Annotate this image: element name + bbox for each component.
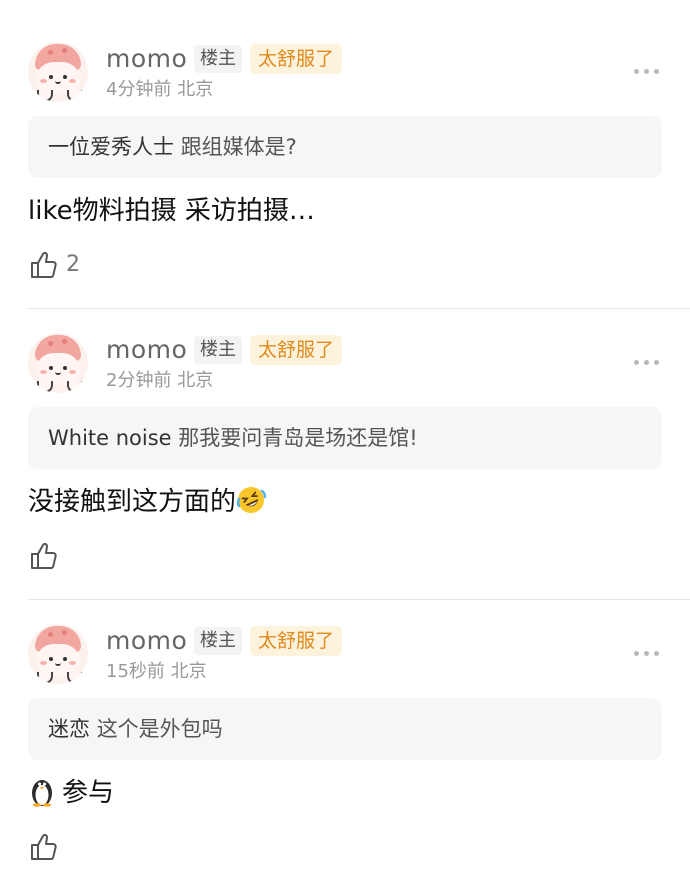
comment-meta: 2分钟前 北京 (106, 369, 213, 393)
quoted-reply[interactable]: 迷恋 这个是外包吗 (28, 698, 662, 760)
more-dots-icon[interactable] (632, 648, 662, 658)
comment-time: 2分钟前 (106, 370, 172, 391)
penguin-emoji (32, 780, 52, 807)
comment-item: momo 楼主 太舒服了 2分钟前 北京 White noise 那我要问青岛是… (0, 291, 690, 600)
avatar[interactable] (28, 42, 88, 102)
quoted-reply[interactable]: White noise 那我要问青岛是场还是馆! (28, 407, 662, 469)
comment-text: 没接触到这方面的 (28, 487, 237, 517)
quote-text: 跟组媒体是? (180, 135, 297, 159)
avatar[interactable] (28, 624, 88, 684)
comment-text: like物料拍摄 采访拍摄… (28, 196, 315, 226)
username[interactable]: momo (106, 335, 187, 365)
owner-badge: 楼主 (194, 45, 242, 73)
rolling-on-floor-laughing-emoji (236, 487, 267, 513)
more-dots-icon[interactable] (632, 66, 662, 76)
comment-location: 北京 (177, 370, 214, 391)
comment-body: 参与 (28, 775, 114, 811)
owner-badge: 楼主 (194, 336, 242, 364)
quote-text: 这个是外包吗 (96, 717, 223, 741)
comment-location: 北京 (170, 661, 207, 682)
comment-time: 15秒前 (106, 661, 165, 682)
comment-body: like物料拍摄 采访拍摄… (28, 193, 315, 229)
comment-text: 参与 (62, 778, 115, 808)
thumbs-up-icon (31, 542, 57, 569)
comment-item: momo 楼主 太舒服了 15秒前 北京 迷恋 这个是外包吗 参与 (0, 582, 690, 873)
status-badge: 太舒服了 (250, 335, 343, 365)
like-count: 2 (66, 252, 80, 277)
quote-author: White noise (48, 426, 172, 450)
quote-author: 一位爱秀人士 (48, 135, 174, 159)
owner-badge: 楼主 (194, 627, 242, 655)
status-badge: 太舒服了 (250, 44, 343, 74)
thumbs-up-icon (31, 833, 57, 860)
username[interactable]: momo (106, 626, 187, 656)
status-badge: 太舒服了 (250, 626, 343, 656)
avatar[interactable] (28, 333, 88, 393)
quoted-reply[interactable]: 一位爱秀人士 跟组媒体是? (28, 116, 662, 178)
quote-text: 那我要问青岛是场还是馆! (178, 426, 418, 450)
more-dots-icon[interactable] (632, 357, 662, 367)
comment-time: 4分钟前 (106, 79, 172, 100)
username[interactable]: momo (106, 44, 187, 74)
comment-item: momo 楼主 太舒服了 4分钟前 北京 一位爱秀人士 跟组媒体是? like物… (0, 0, 690, 309)
comment-meta: 15秒前 北京 (106, 660, 207, 684)
quote-author: 迷恋 (48, 717, 90, 741)
thumbs-up-icon (31, 251, 57, 278)
comment-meta: 4分钟前 北京 (106, 78, 213, 102)
comment-location: 北京 (177, 79, 214, 100)
comment-body: 没接触到这方面的 (28, 484, 267, 520)
